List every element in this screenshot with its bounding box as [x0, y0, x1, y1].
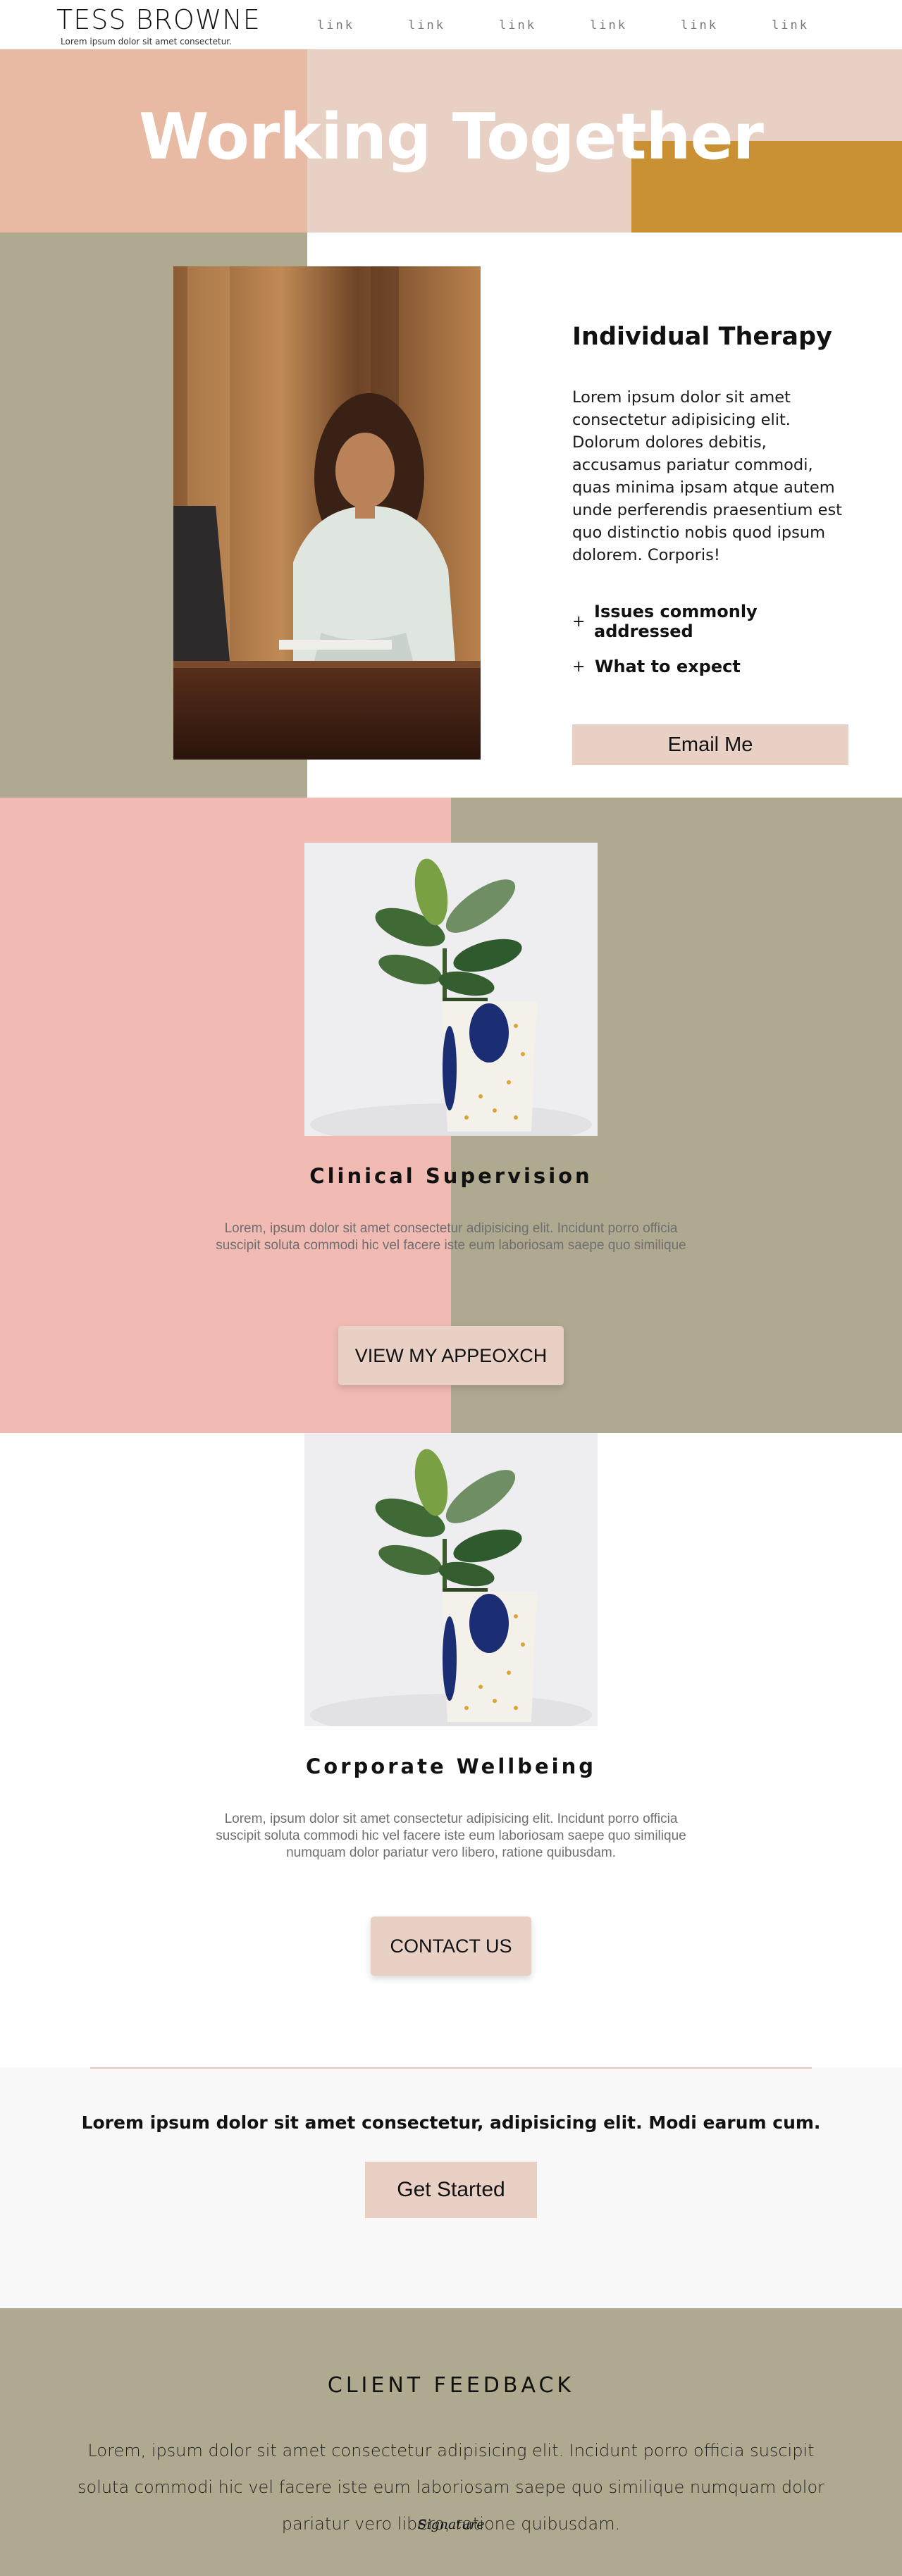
feedback-title: CLIENT FEEDBACK [327, 2373, 575, 2398]
faq-label: What to expect [595, 657, 741, 676]
clinical-title: Clinical Supervision [309, 1164, 593, 1188]
nav-link-2[interactable]: link [408, 18, 499, 32]
therapy-description: Lorem ipsum dolor sit amet consectetur a… [572, 388, 842, 564]
hero-section: Working Together [0, 49, 902, 233]
nav-link-3[interactable]: link [499, 18, 590, 32]
cta-text: Lorem ipsum dolor sit amet consectetur, … [81, 2112, 821, 2133]
corporate-description: Lorem, ipsum dolor sit amet consectetur … [216, 1812, 686, 1860]
therapy-content: Individual Therapy Lorem ipsum dolor sit… [572, 323, 854, 765]
potted-plant-photo [304, 843, 598, 1136]
feedback-section: CLIENT FEEDBACK Lorem, ipsum dolor sit a… [0, 2308, 902, 2576]
plus-icon: + [572, 657, 586, 676]
cta-section: Lorem ipsum dolor sit amet consectetur, … [0, 2067, 902, 2308]
divider [90, 2067, 812, 2069]
corporate-section: Corporate Wellbeing Lorem, ipsum dolor s… [0, 1433, 902, 2067]
woman-portrait-photo [173, 266, 481, 760]
therapy-section: Individual Therapy Lorem ipsum dolor sit… [0, 233, 902, 798]
corporate-title: Corporate Wellbeing [306, 1754, 596, 1778]
email-me-button[interactable]: Email Me [572, 724, 848, 765]
potted-plant-photo [304, 1433, 598, 1726]
therapy-title: Individual Therapy [572, 323, 832, 351]
nav-link-5[interactable]: link [681, 18, 772, 32]
view-approach-button[interactable]: VIEW MY APPEOXCH [338, 1326, 564, 1385]
plus-icon: + [572, 612, 586, 631]
brand-name[interactable]: TESS BROWNE [56, 4, 261, 35]
faq-what-to-expect[interactable]: + What to expect [572, 657, 854, 676]
main-nav: link link link link link link [317, 18, 863, 32]
nav-link-6[interactable]: link [772, 18, 863, 32]
feedback-signature: Signature [417, 2517, 485, 2532]
faq-issues-addressed[interactable]: + Issues commonly addressed [572, 602, 854, 641]
nav-link-4[interactable]: link [590, 18, 681, 32]
site-header: TESS BROWNE Lorem ipsum dolor sit amet c… [0, 0, 902, 49]
nav-link-1[interactable]: link [317, 18, 408, 32]
get-started-button[interactable]: Get Started [365, 2162, 537, 2218]
brand[interactable]: TESS BROWNE Lorem ipsum dolor sit amet c… [56, 4, 261, 47]
page-title: Working Together [138, 100, 764, 174]
clinical-section: Clinical Supervision Lorem, ipsum dolor … [0, 798, 902, 1433]
faq-label: Issues commonly addressed [594, 602, 758, 641]
brand-tagline: Lorem ipsum dolor sit amet consectetur. [61, 37, 232, 47]
contact-us-button[interactable]: CONTACT US [371, 1916, 531, 1976]
clinical-description: Lorem, ipsum dolor sit amet consectetur … [216, 1221, 686, 1253]
